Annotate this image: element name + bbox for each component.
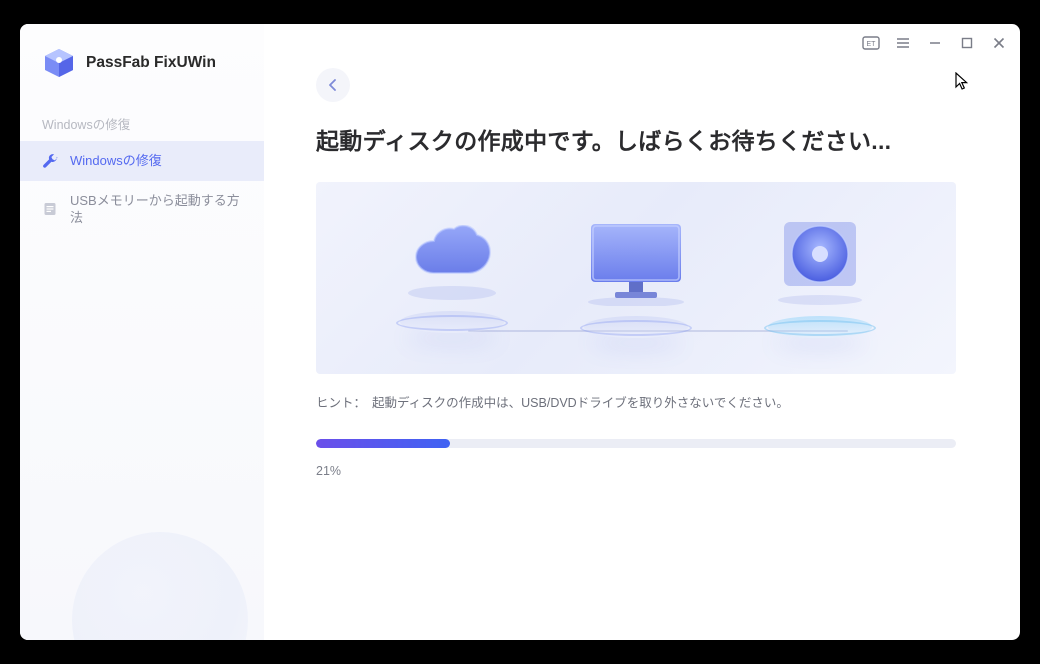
sidebar-item-usb-boot-guide[interactable]: USBメモリーから起動する方法 bbox=[20, 181, 264, 238]
progress-percent: 21% bbox=[316, 464, 964, 478]
disc-icon bbox=[774, 220, 866, 306]
hint-label: ヒント： bbox=[316, 396, 366, 410]
app-window: PassFab FixUWin Windowsの修復 Windowsの修復 US… bbox=[20, 24, 1020, 640]
doc-icon bbox=[42, 201, 58, 217]
brand: PassFab FixUWin bbox=[20, 24, 264, 104]
minimize-icon[interactable] bbox=[926, 34, 944, 52]
cloud-icon bbox=[404, 225, 500, 301]
device-monitor bbox=[580, 220, 692, 336]
sidebar-item-windows-repair[interactable]: Windowsの修復 bbox=[20, 141, 264, 181]
hero-illustration bbox=[316, 182, 956, 374]
monitor-icon bbox=[581, 220, 691, 306]
hint-text: ヒント： 起動ディスクの作成中は、USB/DVDドライブを取り外さないでください。 bbox=[316, 392, 964, 411]
maximize-icon[interactable] bbox=[958, 34, 976, 52]
menu-icon[interactable] bbox=[894, 34, 912, 52]
back-button[interactable] bbox=[316, 68, 350, 102]
chevron-left-icon bbox=[327, 79, 339, 91]
svg-text:ET: ET bbox=[867, 41, 877, 48]
sidebar: PassFab FixUWin Windowsの修復 Windowsの修復 US… bbox=[20, 24, 264, 640]
sidebar-item-label: Windowsの修復 bbox=[70, 152, 242, 170]
decorative-circle bbox=[72, 532, 248, 640]
progress-fill bbox=[316, 439, 450, 448]
subtitle-icon[interactable]: ET bbox=[862, 34, 880, 52]
sidebar-item-label: USBメモリーから起動する方法 bbox=[70, 192, 242, 227]
close-icon[interactable] bbox=[990, 34, 1008, 52]
main: 起動ディスクの作成中です。しばらくお待ちください... bbox=[264, 24, 1020, 478]
hint-body: 起動ディスクの作成中は、USB/DVDドライブを取り外さないでください。 bbox=[372, 396, 789, 410]
app-logo-icon bbox=[42, 46, 76, 80]
device-disc bbox=[764, 220, 876, 336]
device-cloud bbox=[396, 225, 508, 331]
titlebar: ET bbox=[862, 34, 1008, 52]
app-title: PassFab FixUWin bbox=[86, 54, 216, 72]
page-title: 起動ディスクの作成中です。しばらくお待ちください... bbox=[316, 122, 964, 156]
progress-bar bbox=[316, 439, 956, 448]
wrench-icon bbox=[42, 153, 58, 169]
content-area: ET 起動ディスクの作成中です。しばらくお待ちください... bbox=[264, 24, 1020, 640]
sidebar-section-title: Windowsの修復 bbox=[20, 104, 264, 141]
